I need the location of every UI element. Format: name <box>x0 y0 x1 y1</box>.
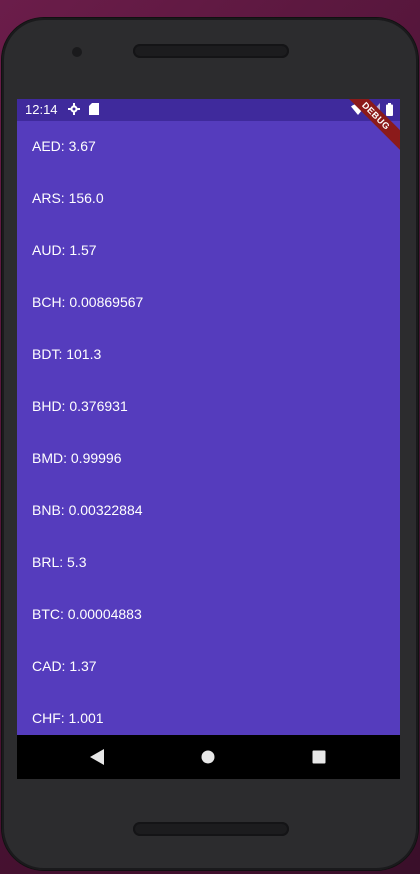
sd-card-icon <box>89 103 99 119</box>
list-item[interactable]: ARS: 156.0 <box>17 173 400 225</box>
rate-label: AUD: 1.57 <box>32 242 97 258</box>
list-item[interactable]: AUD: 1.57 <box>17 225 400 277</box>
home-icon[interactable] <box>198 747 218 767</box>
bottom-speaker <box>133 822 289 836</box>
list-item[interactable]: BCH: 0.00869567 <box>17 277 400 329</box>
rate-label: BTC: 0.00004883 <box>32 606 142 622</box>
app-screen: 12:14 DEBUG AED: 3.67 ARS: 156.0 AUD: 1.… <box>17 99 400 779</box>
navigation-bar <box>17 735 400 779</box>
rate-label: BNB: 0.00322884 <box>32 502 143 518</box>
list-item[interactable]: BMD: 0.99996 <box>17 433 400 485</box>
recents-icon[interactable] <box>309 747 329 767</box>
list-item[interactable]: AED: 3.67 <box>17 121 400 173</box>
status-time: 12:14 <box>25 102 58 117</box>
rate-label: BMD: 0.99996 <box>32 450 122 466</box>
rate-label: ARS: 156.0 <box>32 190 104 206</box>
list-item[interactable]: BNB: 0.00322884 <box>17 485 400 537</box>
rate-label: CHF: 1.001 <box>32 710 104 726</box>
list-item[interactable]: BDT: 101.3 <box>17 329 400 381</box>
status-bar: 12:14 DEBUG <box>17 99 400 157</box>
currency-rate-list[interactable]: AED: 3.67 ARS: 156.0 AUD: 1.57 BCH: 0.00869… <box>17 121 400 745</box>
rate-label: CAD: 1.37 <box>32 658 97 674</box>
rate-label: BCH: 0.00869567 <box>32 294 144 310</box>
rate-label: BHD: 0.376931 <box>32 398 128 414</box>
list-item[interactable]: CAD: 1.37 <box>17 641 400 693</box>
list-item[interactable]: BRL: 5.3 <box>17 537 400 589</box>
list-item[interactable]: BTC: 0.00004883 <box>17 589 400 641</box>
earpiece-speaker <box>133 44 289 58</box>
back-icon[interactable] <box>87 747 107 767</box>
rate-label: BDT: 101.3 <box>32 346 102 362</box>
gear-icon <box>68 103 80 119</box>
front-camera <box>72 47 82 57</box>
rate-label: AED: 3.67 <box>32 138 96 154</box>
rate-label: BRL: 5.3 <box>32 554 87 570</box>
list-item[interactable]: BHD: 0.376931 <box>17 381 400 433</box>
